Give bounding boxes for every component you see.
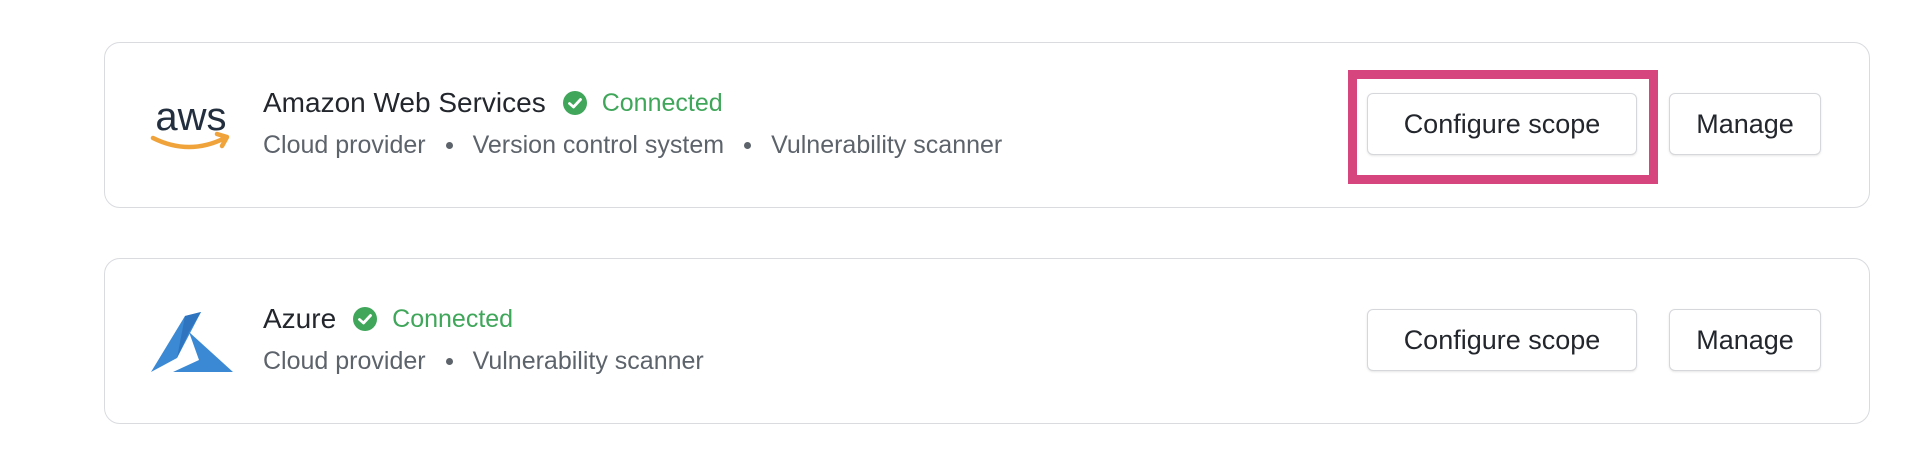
separator-dot <box>445 142 453 149</box>
configure-scope-button[interactable]: Configure scope <box>1367 309 1637 371</box>
integration-name: Amazon Web Services <box>263 87 546 118</box>
check-circle-icon <box>562 90 588 116</box>
check-circle-icon <box>352 306 378 332</box>
integration-title-row: Azure Connected <box>263 299 704 339</box>
integration-info: Azure Connected Cloud provider Vulnerabi… <box>263 299 704 376</box>
manage-button[interactable]: Manage <box>1669 309 1821 371</box>
integration-name: Azure <box>263 303 337 334</box>
tag: Vulnerability scanner <box>771 131 1003 159</box>
azure-logo-icon <box>149 307 233 377</box>
integration-tags: Cloud provider Version control system Vu… <box>263 131 1002 160</box>
integration-tags: Cloud provider Vulnerability scanner <box>263 347 704 376</box>
integration-card-azure: Azure Connected Cloud provider Vulnerabi… <box>104 258 1870 424</box>
separator-dot <box>744 142 752 149</box>
configure-scope-button[interactable]: Configure scope <box>1367 93 1637 155</box>
tag: Version control system <box>472 131 725 159</box>
integration-title-row: Amazon Web Services Connected <box>263 83 1002 123</box>
integration-card-aws: aws Amazon Web Services Connected Cloud … <box>104 42 1870 208</box>
tag: Cloud provider <box>263 131 426 159</box>
tag: Cloud provider <box>263 347 426 375</box>
status-badge: Connected <box>392 304 514 333</box>
manage-button[interactable]: Manage <box>1669 93 1821 155</box>
integration-info: Amazon Web Services Connected Cloud prov… <box>263 83 1002 160</box>
separator-dot <box>445 358 453 365</box>
status-badge: Connected <box>601 88 723 117</box>
aws-logo-icon: aws <box>149 91 233 161</box>
tag: Vulnerability scanner <box>472 347 704 375</box>
